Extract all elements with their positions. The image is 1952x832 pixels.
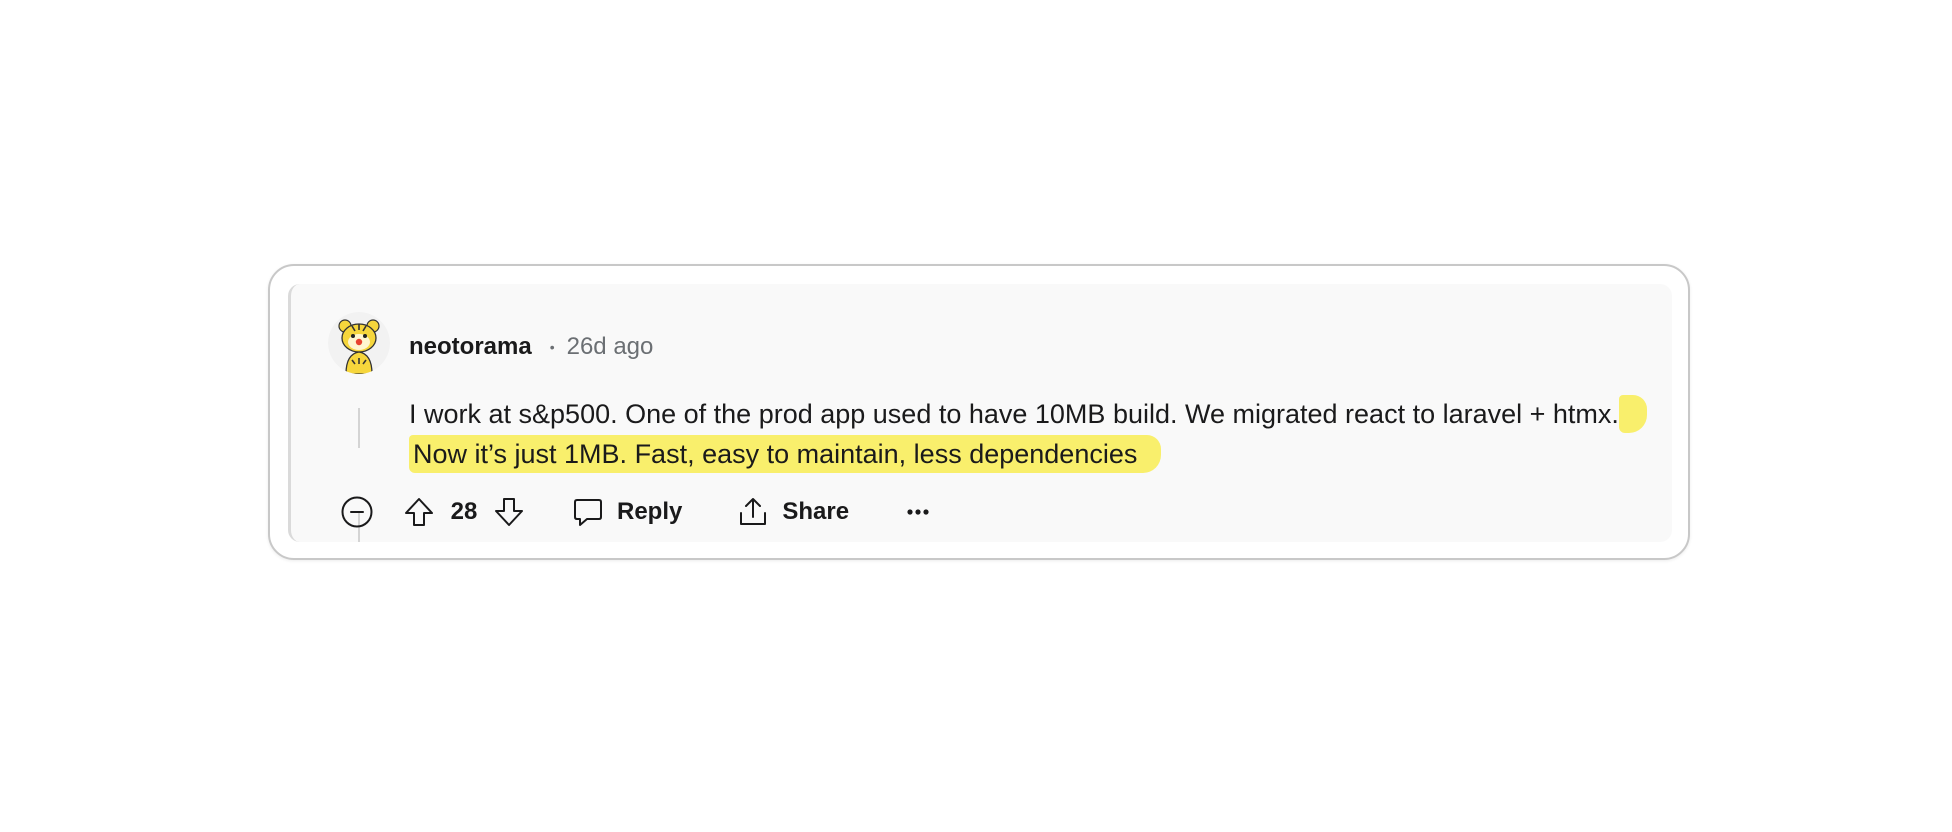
comment-card: neotorama • 26d ago I work at s&p500. On… (288, 284, 1672, 542)
share-button[interactable]: Share (736, 495, 849, 529)
share-label: Share (782, 498, 850, 525)
speech-bubble-icon (574, 499, 602, 526)
more-options-button[interactable] (903, 497, 933, 527)
meta-separator: • (549, 339, 555, 355)
reply-label: Reply (617, 498, 683, 525)
reply-button[interactable]: Reply (571, 495, 682, 529)
downvote-arrow-icon (495, 498, 523, 526)
downvote-button[interactable] (489, 492, 529, 532)
tiger-snoo-avatar-icon (328, 312, 390, 374)
screenshot-frame: neotorama • 26d ago I work at s&p500. On… (268, 264, 1690, 560)
comment-timestamp[interactable]: 26d ago (567, 333, 654, 361)
share-upload-icon (740, 498, 767, 525)
thread-line[interactable] (358, 408, 360, 448)
comment-body-text: I work at s&p500. One of the prod app us… (409, 399, 1619, 429)
upvote-button[interactable] (399, 492, 439, 532)
collapse-thread-button[interactable] (337, 492, 377, 532)
username-link[interactable]: neotorama (409, 333, 532, 361)
collapse-minus-icon (341, 496, 373, 528)
ellipsis-icon (907, 509, 929, 515)
comment-body: I work at s&p500. One of the prod app us… (409, 394, 1649, 474)
upvote-arrow-icon (405, 498, 433, 526)
comment-header: neotorama • 26d ago (409, 332, 653, 362)
comment-action-bar: 28 Reply Share (337, 490, 933, 534)
user-avatar[interactable] (328, 312, 390, 374)
vote-score: 28 (450, 498, 478, 525)
